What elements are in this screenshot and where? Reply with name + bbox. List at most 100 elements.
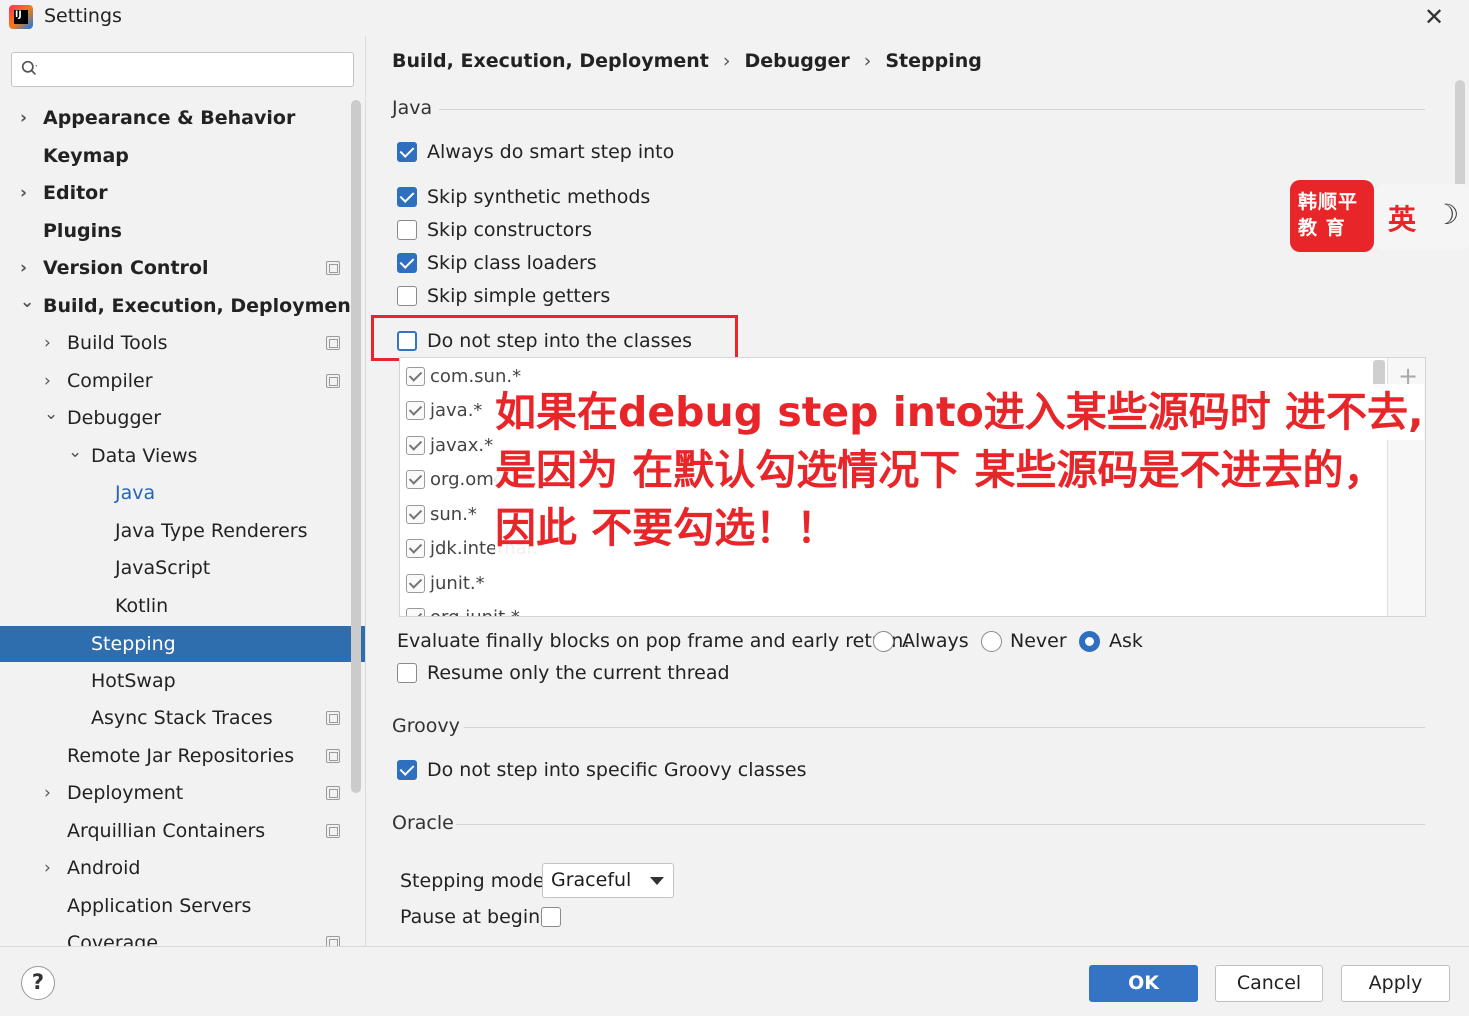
- sidebar-item-label: Version Control: [43, 257, 209, 279]
- sidebar-item-android[interactable]: › Android: [0, 850, 352, 886]
- checkbox-checked[interactable]: [406, 574, 425, 593]
- stepping-mode-select[interactable]: Graceful: [542, 863, 674, 898]
- checkbox-label: Skip constructors: [427, 219, 592, 241]
- sidebar-item-deployment[interactable]: › Deployment: [0, 775, 352, 811]
- section-oracle-title: Oracle: [392, 812, 454, 834]
- sidebar-item-appearance-behavior[interactable]: › Appearance & Behavior: [0, 100, 352, 136]
- checkbox-checked[interactable]: [397, 142, 417, 162]
- checkbox-unchecked[interactable]: [541, 907, 561, 927]
- sidebar-item-label: Java: [115, 482, 156, 504]
- sidebar-item-label: Java Type Renderers: [115, 520, 308, 542]
- annotation-text-line-3: 因此 不要勾选！！: [495, 500, 838, 556]
- checkbox-checked[interactable]: [397, 187, 417, 207]
- sidebar-item-keymap[interactable]: Keymap: [0, 138, 352, 174]
- chevron-down-icon[interactable]: ⌄: [20, 284, 34, 320]
- sidebar-item-coverage[interactable]: Coverage: [0, 925, 352, 946]
- sidebar-item-compiler[interactable]: › Compiler: [0, 363, 352, 399]
- checkbox-unchecked[interactable]: [397, 286, 417, 306]
- sidebar-item-remote-jar-repositories[interactable]: Remote Jar Repositories: [0, 738, 352, 774]
- dialog-button-bar: ? OK Cancel Apply: [0, 946, 1469, 1016]
- checkbox-checked[interactable]: [406, 367, 425, 386]
- section-divider: [464, 727, 1425, 728]
- radio-never[interactable]: [981, 631, 1002, 652]
- chevron-right-icon[interactable]: ›: [20, 175, 34, 211]
- stepping-mode-label: Stepping mode:: [400, 870, 552, 892]
- section-divider: [456, 824, 1425, 825]
- checkbox-checked[interactable]: [406, 608, 425, 616]
- moon-icon: ☽: [1434, 198, 1460, 231]
- search-box[interactable]: [11, 52, 354, 87]
- radio-ask[interactable]: [1079, 631, 1100, 652]
- chevron-right-icon[interactable]: ›: [20, 250, 34, 286]
- search-icon: [21, 60, 38, 76]
- sidebar-item-label: Deployment: [67, 782, 184, 804]
- checkbox-checked[interactable]: [406, 470, 425, 489]
- chevron-down-icon[interactable]: ⌄: [44, 396, 58, 432]
- close-icon[interactable]: ✕: [1424, 3, 1444, 31]
- help-button[interactable]: ?: [21, 966, 55, 1000]
- sidebar-item-label: Arquillian Containers: [67, 820, 266, 842]
- sidebar-item-build-execution-deployment[interactable]: ⌄ Build, Execution, Deployment: [0, 288, 360, 324]
- checkbox-label: Do not step into specific Groovy classes: [427, 759, 807, 781]
- sidebar-item-data-views[interactable]: ⌄ Data Views: [0, 438, 352, 474]
- project-settings-icon: [326, 711, 340, 725]
- checkbox-unchecked[interactable]: [397, 663, 417, 683]
- cancel-button[interactable]: Cancel: [1215, 965, 1323, 1002]
- watermark-badge: 韩顺平 教 育: [1290, 180, 1374, 252]
- sidebar-item-editor[interactable]: › Editor: [0, 175, 352, 211]
- list-item-label: javax.*: [430, 435, 494, 456]
- project-settings-icon: [326, 936, 340, 946]
- checkbox-checked[interactable]: [397, 760, 417, 780]
- sidebar-item-label: Data Views: [91, 445, 198, 467]
- breadcrumb-item[interactable]: Build, Execution, Deployment: [392, 50, 709, 72]
- window-title: Settings: [44, 5, 122, 27]
- sidebar-item-stepping[interactable]: Stepping: [0, 626, 365, 662]
- ok-button[interactable]: OK: [1089, 965, 1198, 1002]
- sidebar-scrollbar[interactable]: [351, 100, 361, 793]
- checkbox-checked[interactable]: [406, 436, 425, 455]
- dropdown-arrow-icon: [650, 877, 664, 885]
- radio-label[interactable]: Ask: [1109, 626, 1143, 656]
- chevron-right-icon[interactable]: ›: [44, 775, 58, 811]
- checkbox-checked[interactable]: [406, 505, 425, 524]
- sidebar-item-debugger[interactable]: ⌄ Debugger: [0, 400, 352, 436]
- checkbox-checked[interactable]: [397, 253, 417, 273]
- chevron-down-icon[interactable]: ⌄: [68, 434, 82, 470]
- sidebar-item-plugins[interactable]: Plugins: [0, 213, 352, 249]
- badge-line: 教 育: [1298, 217, 1346, 239]
- checkbox-checked[interactable]: [406, 401, 425, 420]
- checkbox-checked[interactable]: [406, 539, 425, 558]
- pause-at-begin-row[interactable]: Pause at begin:: [400, 903, 600, 931]
- sidebar-item-async-stack-traces[interactable]: Async Stack Traces: [0, 700, 352, 736]
- radio-label[interactable]: Never: [1010, 626, 1067, 656]
- evaluate-finally-label: Evaluate finally blocks on pop frame and…: [397, 630, 910, 652]
- checkbox-unchecked[interactable]: [397, 220, 417, 240]
- sidebar-item-kotlin[interactable]: Kotlin: [0, 588, 352, 624]
- sidebar-item-label: Appearance & Behavior: [43, 107, 296, 129]
- sidebar-item-build-tools[interactable]: › Build Tools: [0, 325, 352, 361]
- sidebar-item-javascript[interactable]: JavaScript: [0, 550, 352, 586]
- search-input[interactable]: [52, 57, 342, 82]
- chevron-right-icon[interactable]: ›: [44, 363, 58, 399]
- annotation-text-line-2: 是因为 在默认勾选情况下 某些源码是不进去的，: [495, 442, 1385, 498]
- sidebar-item-application-servers[interactable]: Application Servers: [0, 888, 352, 924]
- radio-label[interactable]: Always: [902, 626, 969, 656]
- project-settings-icon: [326, 261, 340, 275]
- sidebar-item-java-type-renderers[interactable]: Java Type Renderers: [0, 513, 352, 549]
- radio-always[interactable]: [873, 631, 894, 652]
- project-settings-icon: [326, 824, 340, 838]
- chevron-right-icon[interactable]: ›: [44, 325, 58, 361]
- project-settings-icon: [326, 336, 340, 350]
- apply-button[interactable]: Apply: [1341, 965, 1450, 1002]
- sidebar-item-arquillian-containers[interactable]: Arquillian Containers: [0, 813, 352, 849]
- sidebar-item-hotswap[interactable]: HotSwap: [0, 663, 352, 699]
- sidebar-item-label: HotSwap: [91, 670, 176, 692]
- breadcrumb-item[interactable]: Debugger: [745, 50, 850, 72]
- chevron-right-icon[interactable]: ›: [20, 100, 34, 136]
- sidebar-item-java[interactable]: Java: [0, 475, 352, 511]
- sidebar-item-label: Coverage: [67, 932, 159, 946]
- checkbox-label: Resume only the current thread: [427, 662, 730, 684]
- sidebar-item-version-control[interactable]: › Version Control: [0, 250, 352, 286]
- section-divider: [439, 109, 1425, 110]
- chevron-right-icon[interactable]: ›: [44, 850, 58, 886]
